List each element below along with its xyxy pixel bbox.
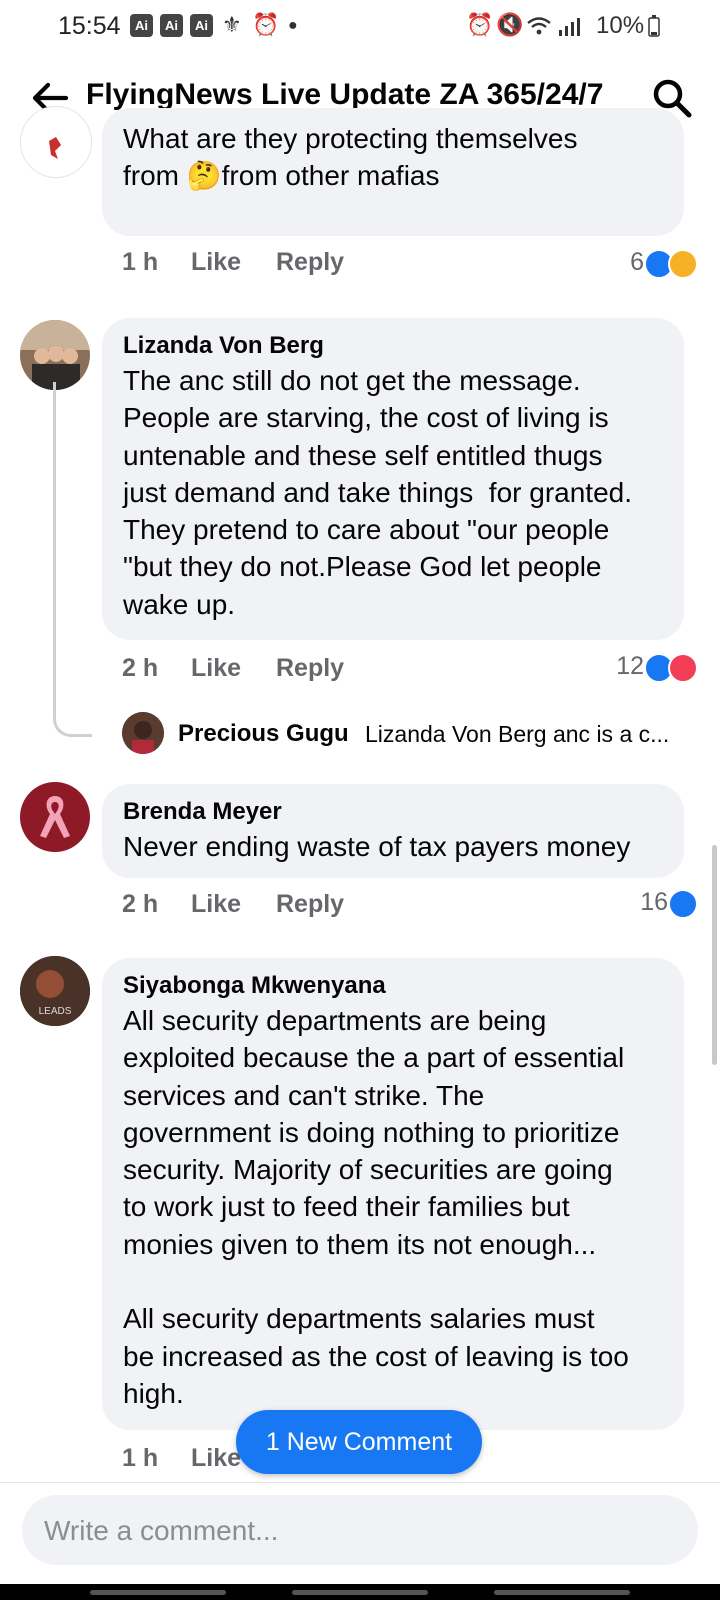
avatar[interactable] xyxy=(20,106,92,178)
scrollbar[interactable] xyxy=(712,845,717,1065)
reaction-count: 12 xyxy=(616,652,644,680)
comment-text: All security departments are being explo… xyxy=(123,1005,629,1409)
like-button[interactable]: Like xyxy=(191,248,241,277)
avatar[interactable] xyxy=(20,782,90,852)
reaction-count: 16 xyxy=(640,888,668,916)
alarm-status-icon: ⏰ xyxy=(466,12,494,37)
back-nav-button[interactable] xyxy=(494,1590,630,1595)
status-time: 15:54 xyxy=(58,12,121,40)
more-dot-icon: ● xyxy=(288,17,298,34)
page-title: FlyingNews Live Update ZA 365/24/7 xyxy=(86,78,604,111)
like-reaction-icon xyxy=(668,889,698,919)
comment-text: What are they protecting themselves from… xyxy=(123,123,578,192)
mute-icon: 🔇 xyxy=(496,12,524,37)
comment-text: Never ending waste of tax payers money xyxy=(123,831,631,862)
reply-button[interactable]: Reply xyxy=(276,654,344,683)
reply-button[interactable]: Reply xyxy=(276,890,344,919)
thread-connector xyxy=(53,382,92,737)
battery-level: 10% xyxy=(596,12,645,39)
reaction-summary[interactable]: 16 xyxy=(560,888,700,920)
ai-badge-icon: Ai xyxy=(160,14,183,37)
reaction-summary[interactable]: 6 xyxy=(560,248,700,280)
comment-time[interactable]: 1 h xyxy=(122,248,158,277)
reply-author[interactable]: Precious Gugu xyxy=(178,720,349,748)
comment-composer[interactable] xyxy=(22,1495,698,1565)
love-reaction-icon xyxy=(668,653,698,683)
wifi-signal-icon xyxy=(527,17,580,36)
like-button[interactable]: Like xyxy=(191,654,241,683)
comment-time[interactable]: 1 h xyxy=(122,1444,158,1473)
comment-text: The anc still do not get the message. Pe… xyxy=(123,365,632,620)
like-button[interactable]: Like xyxy=(191,890,241,919)
like-button[interactable]: Like xyxy=(191,1444,241,1473)
comment-bubble[interactable]: What are they protecting themselves from… xyxy=(102,108,684,236)
reply-avatar[interactable] xyxy=(122,712,164,754)
ai-badge-icon: Ai xyxy=(130,14,153,37)
status-bar: 15:54 Ai Ai Ai ⚜ ⏰ ● ⏰ 🔇 10% xyxy=(0,0,720,56)
system-nav-bar xyxy=(0,1584,720,1600)
alarm-icon: ⏰ xyxy=(252,12,280,37)
avatar[interactable]: LEADS xyxy=(20,956,90,1026)
comment-composer-bar xyxy=(0,1482,720,1583)
avatar-caption: LEADS xyxy=(39,1006,72,1017)
reply-preview[interactable]: Precious Gugu Lizanda Von Berg anc is a … xyxy=(122,712,702,760)
notification-icon: ⚜ xyxy=(222,12,242,37)
comment-bubble[interactable]: Brenda Meyer Never ending waste of tax p… xyxy=(102,784,684,878)
reaction-summary[interactable]: 12 xyxy=(560,652,700,684)
new-comment-button[interactable]: 1 New Comment xyxy=(236,1410,482,1474)
comment-time[interactable]: 2 h xyxy=(122,890,158,919)
ai-badge-icon: Ai xyxy=(190,14,213,37)
haha-reaction-icon xyxy=(668,249,698,279)
comment-author[interactable]: Brenda Meyer xyxy=(123,796,664,828)
comment-author[interactable]: Lizanda Von Berg xyxy=(123,330,664,362)
comment-time[interactable]: 2 h xyxy=(122,654,158,683)
reaction-count: 6 xyxy=(630,248,644,276)
reply-button[interactable]: Reply xyxy=(276,248,344,277)
comment-bubble[interactable]: Lizanda Von Berg The anc still do not ge… xyxy=(102,318,684,640)
battery-icon xyxy=(648,15,660,37)
comment-bubble[interactable]: Siyabonga Mkwenyana All security departm… xyxy=(102,958,684,1430)
recent-apps-button[interactable] xyxy=(90,1590,226,1595)
home-button[interactable] xyxy=(292,1590,428,1595)
comment-input[interactable] xyxy=(42,1509,676,1553)
reply-text: Lizanda Von Berg anc is a c... xyxy=(365,721,670,747)
avatar[interactable] xyxy=(20,320,90,390)
comment-author[interactable]: Siyabonga Mkwenyana xyxy=(123,970,664,1002)
